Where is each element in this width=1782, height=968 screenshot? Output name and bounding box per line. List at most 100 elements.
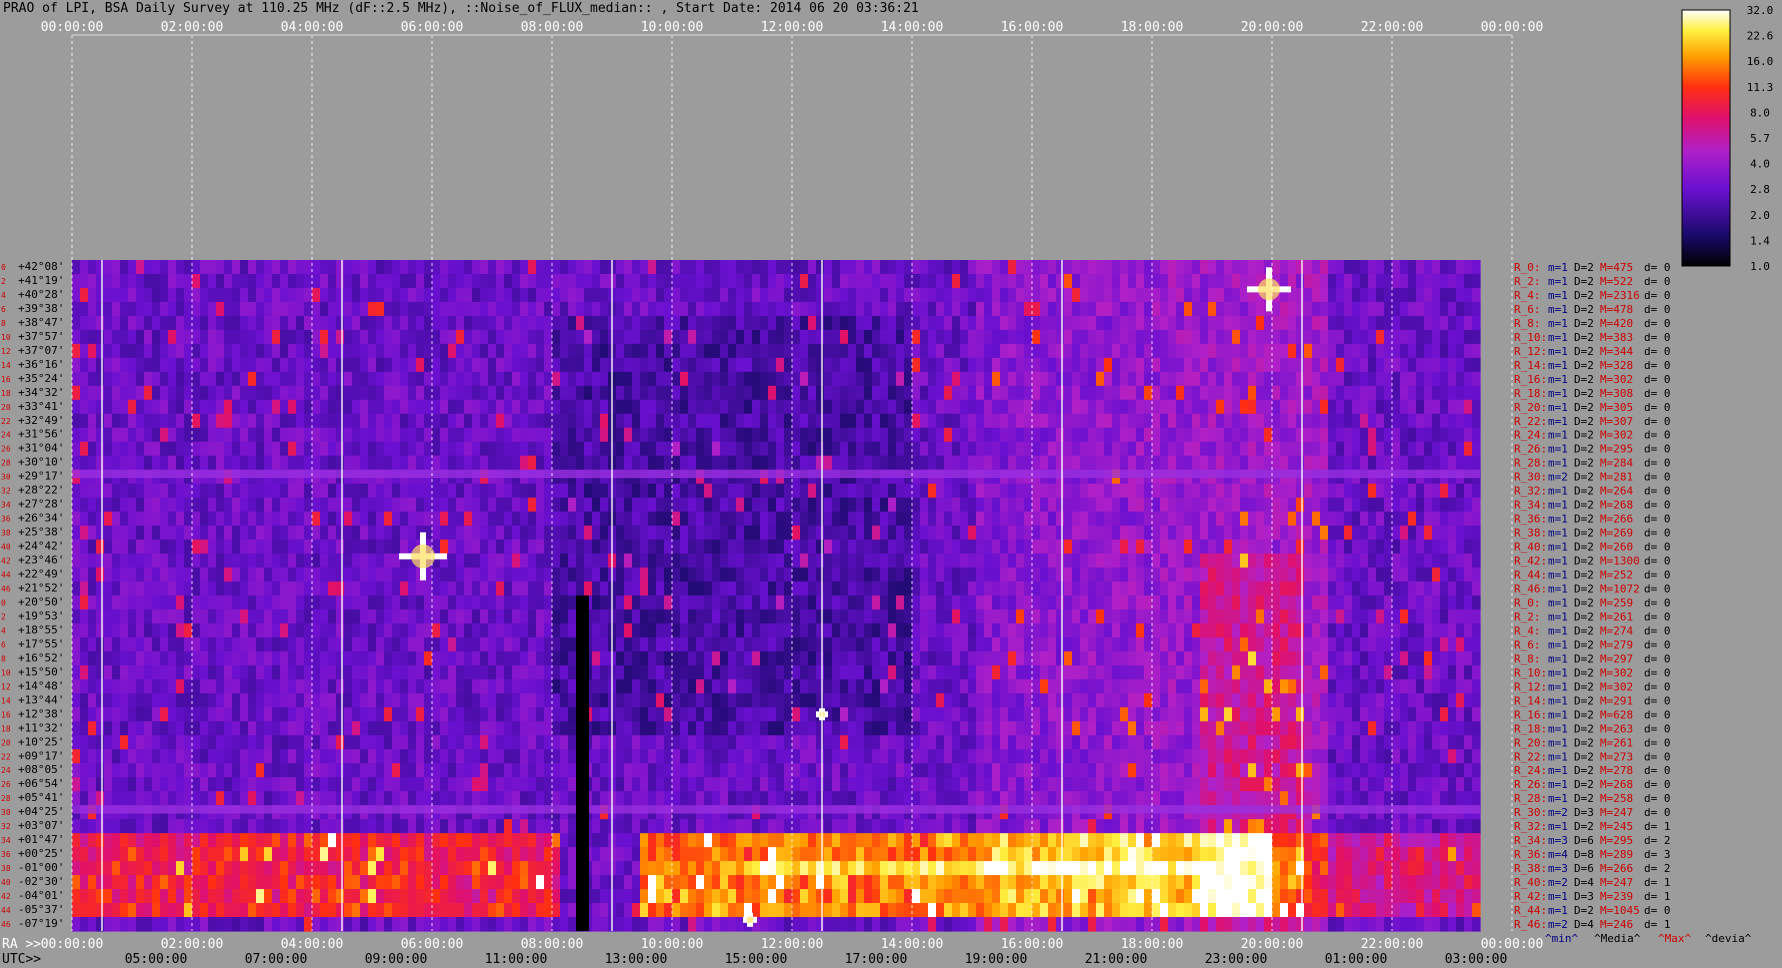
heat-cell: [544, 637, 553, 653]
heat-cell: [1440, 301, 1449, 317]
heat-cell: [440, 581, 449, 597]
heat-cell: [328, 525, 337, 541]
heat-cell: [1192, 329, 1201, 345]
heat-cell: [392, 595, 401, 611]
heat-cell: [344, 260, 353, 275]
heat-cell: [552, 567, 561, 583]
heat-cell: [352, 371, 361, 387]
heat-cell: [1128, 483, 1137, 499]
heat-cell: [640, 609, 649, 625]
heat-cell: [904, 301, 913, 317]
heat-cell: [936, 497, 945, 513]
heat-cell: [208, 287, 217, 303]
heat-cell: [616, 455, 625, 471]
heat-cell: [176, 567, 185, 583]
heat-cell: [864, 371, 873, 387]
heat-cell: [1408, 413, 1417, 429]
heat-cell: [936, 567, 945, 583]
heat-cell: [400, 525, 409, 541]
heat-cell: [120, 357, 129, 373]
heat-cell: [816, 385, 825, 401]
heat-cell: [904, 497, 913, 513]
heat-cell: [304, 287, 313, 303]
heat-cell: [1448, 637, 1457, 653]
heat-cell: [1328, 567, 1337, 583]
heat-cell: [1352, 441, 1361, 457]
heat-cell: [312, 455, 321, 471]
heat-cell: [624, 483, 633, 499]
heat-cell: [360, 385, 369, 401]
heat-cell: [1432, 287, 1441, 303]
heat-cell: [1352, 553, 1361, 569]
heat-cell: [480, 301, 489, 317]
heat-cell: [88, 623, 97, 639]
heat-cell: [256, 651, 265, 666]
heat-cell: [944, 623, 953, 639]
heat-cell: [808, 455, 817, 471]
heat-cell: [104, 651, 113, 666]
heat-cell: [1400, 399, 1409, 415]
heat-cell: [928, 399, 937, 415]
heat-cell: [496, 329, 505, 345]
heat-cell: [1400, 637, 1409, 653]
heat-cell: [272, 329, 281, 345]
heat-cell: [336, 260, 345, 275]
heat-cell: [1392, 497, 1401, 513]
heat-cell: [1400, 553, 1409, 569]
heat-cell: [1144, 581, 1153, 597]
heat-cell: [776, 385, 785, 401]
heat-cell: [1304, 567, 1313, 583]
heat-cell: [1440, 287, 1449, 303]
heat-cell: [488, 623, 497, 639]
heat-cell: [1304, 511, 1313, 527]
heat-cell: [112, 455, 121, 471]
heat-cell: [1048, 441, 1057, 457]
heat-cell: [1408, 623, 1417, 639]
heat-cell: [904, 260, 913, 275]
heat-cell: [1088, 287, 1097, 303]
heat-cell: [472, 273, 481, 289]
heat-cell: [168, 315, 177, 331]
heat-cell: [1216, 511, 1225, 527]
heat-cell: [1368, 371, 1377, 387]
heat-cell: [1464, 413, 1473, 429]
heat-cell: [96, 343, 105, 359]
heat-cell: [304, 651, 313, 666]
heat-cell: [688, 581, 697, 597]
heat-cell: [880, 623, 889, 639]
heat-cell: [616, 371, 625, 387]
heat-cell: [976, 637, 985, 653]
heat-cell: [184, 525, 193, 541]
heat-cell: [1296, 581, 1305, 597]
heat-cell: [1040, 455, 1049, 471]
heat-cell: [1432, 483, 1441, 499]
heat-cell: [1376, 595, 1385, 611]
heat-cell: [984, 399, 993, 415]
heat-cell: [928, 525, 937, 541]
heat-cell: [96, 329, 105, 345]
heat-cell: [248, 273, 257, 289]
heat-cell: [1240, 497, 1249, 513]
heat-cell: [448, 357, 457, 373]
heat-cell: [624, 441, 633, 457]
heat-cell: [1064, 301, 1073, 317]
heat-cell: [472, 637, 481, 653]
heat-cell: [1408, 343, 1417, 359]
heat-cell: [1304, 385, 1313, 401]
heat-cell: [1128, 455, 1137, 471]
heat-cell: [1336, 581, 1345, 597]
heat-cell: [416, 273, 425, 289]
heat-cell: [376, 637, 385, 653]
heat-cell: [1088, 567, 1097, 583]
heat-cell: [832, 273, 841, 289]
heat-cell: [456, 315, 465, 331]
heat-cell: [248, 553, 257, 569]
heat-cell: [856, 567, 865, 583]
heat-cell: [400, 343, 409, 359]
heat-cell: [192, 581, 201, 597]
heat-cell: [296, 427, 305, 443]
heat-cell: [168, 623, 177, 639]
heat-cell: [1080, 287, 1089, 303]
heat-cell: [152, 260, 161, 275]
heat-cell: [1320, 287, 1329, 303]
